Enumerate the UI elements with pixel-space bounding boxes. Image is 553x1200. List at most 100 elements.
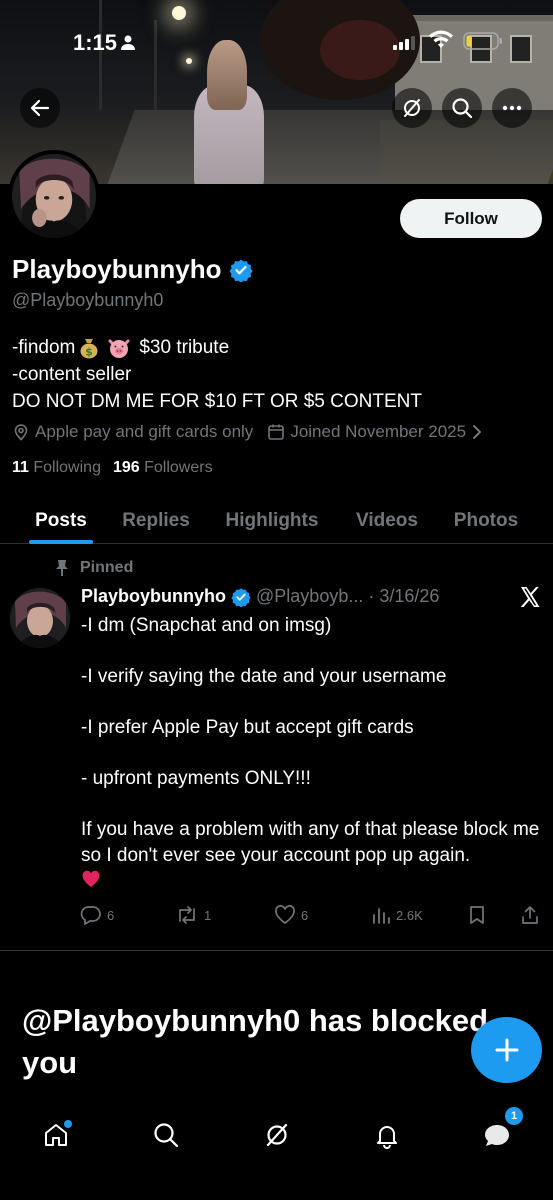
profile-bio: -findom $ $30 tribute -content seller DO… xyxy=(12,334,422,415)
svg-text:$: $ xyxy=(86,345,94,358)
bottom-navigation: 1 xyxy=(0,1095,553,1200)
following-count: 11 xyxy=(12,459,29,476)
x-logo-icon[interactable] xyxy=(518,585,542,609)
back-arrow-icon xyxy=(30,99,50,117)
wifi-icon xyxy=(429,30,453,48)
location-text: Apple pay and gift cards only xyxy=(35,422,254,441)
bio-line: -findom $ $30 tribute xyxy=(12,334,422,361)
repost-icon xyxy=(179,906,195,924)
tab-photos[interactable]: Photos xyxy=(451,497,521,544)
pig-face-icon xyxy=(108,339,130,358)
like-count: 6 xyxy=(301,907,309,923)
post-paragraph: -I dm (Snapchat and on imsg) xyxy=(81,615,332,636)
back-button[interactable] xyxy=(20,88,60,128)
profile-counts: 11 Following 196 Followers xyxy=(12,459,213,477)
view-count: 2.6K xyxy=(396,907,423,923)
post-paragraph: -I prefer Apple Pay but accept gift card… xyxy=(81,717,414,738)
tab-label: Videos xyxy=(356,509,418,531)
post-divider xyxy=(0,950,553,951)
following-label: Following xyxy=(33,459,101,476)
profile-handle: @Playboybunnyh0 xyxy=(12,290,164,310)
search-icon xyxy=(452,98,473,119)
tab-highlights[interactable]: Highlights xyxy=(222,497,322,544)
location-icon xyxy=(14,424,28,441)
post-actions: 6 1 6 2.6K xyxy=(80,905,542,927)
avatar-photo xyxy=(12,154,96,238)
views-icon xyxy=(373,908,390,924)
post-paragraph: If you have a problem with any of that p… xyxy=(81,819,540,866)
nav-search[interactable] xyxy=(144,1113,188,1157)
tab-posts[interactable]: Posts xyxy=(29,497,93,544)
post-author-avatar[interactable] xyxy=(10,588,70,648)
profile-joined[interactable]: Joined November 2025 xyxy=(267,422,483,442)
signal-icon xyxy=(393,36,415,50)
grok-icon xyxy=(266,1123,288,1147)
followers-count: 196 xyxy=(112,459,140,476)
grok-button[interactable] xyxy=(392,88,432,128)
post-text: -I dm (Snapchat and on imsg) -I verify s… xyxy=(81,613,543,897)
post-author-name[interactable]: Playboybunnyho xyxy=(81,586,226,607)
display-name: Playboybunnyho xyxy=(12,254,222,284)
red-heart-icon xyxy=(82,870,100,887)
post-date: · 3/16/26 xyxy=(368,586,440,606)
bookmark-button[interactable] xyxy=(468,905,486,925)
bio-text: $30 tribute xyxy=(139,337,230,358)
followers-label: Followers xyxy=(144,459,213,476)
share-icon xyxy=(522,906,538,924)
home-notification-dot xyxy=(64,1120,72,1128)
repost-button[interactable]: 1 xyxy=(175,905,211,925)
tab-videos[interactable]: Videos xyxy=(352,497,422,544)
bio-line: -content seller xyxy=(12,364,132,385)
tab-label: Replies xyxy=(122,509,190,531)
chevron-right-icon xyxy=(473,425,482,439)
compose-button[interactable] xyxy=(471,1017,542,1083)
bio-line: DO NOT DM ME FOR $10 FT OR $5 CONTENT xyxy=(12,391,422,412)
tab-label: Highlights xyxy=(225,509,319,531)
more-icon xyxy=(502,105,522,111)
reply-button[interactable]: 6 xyxy=(80,905,114,925)
compose-icon xyxy=(495,1038,518,1062)
profile-name-row: Playboybunnyho xyxy=(12,254,254,285)
nav-messages[interactable]: 1 xyxy=(475,1107,523,1157)
nav-home[interactable] xyxy=(34,1113,78,1157)
profile-meta: Apple pay and gift cards only Joined Nov… xyxy=(12,422,483,442)
post-paragraph: -I verify saying the date and your usern… xyxy=(81,666,447,687)
reply-count: 6 xyxy=(107,907,115,923)
profile-avatar[interactable] xyxy=(8,150,100,242)
banner-road xyxy=(105,110,553,184)
like-icon xyxy=(275,905,295,925)
money-bag-icon: $ xyxy=(80,338,98,358)
bookmark-icon xyxy=(470,906,484,924)
search-icon xyxy=(154,1123,179,1148)
search-button[interactable] xyxy=(442,88,482,128)
following-link[interactable]: 11 Following xyxy=(12,459,101,477)
bio-text: -findom xyxy=(12,337,76,358)
messages-icon xyxy=(485,1125,509,1146)
notifications-icon xyxy=(377,1126,397,1149)
grok-icon xyxy=(404,99,420,117)
reply-icon xyxy=(80,906,101,925)
profile-tabs: Posts Replies Highlights Videos Photos xyxy=(0,497,553,544)
profile-location: Apple pay and gift cards only xyxy=(12,422,253,442)
tab-label: Posts xyxy=(35,509,87,531)
views-button[interactable]: 2.6K xyxy=(371,905,423,925)
post-author-handle: @Playboyb... xyxy=(256,586,364,606)
more-button[interactable] xyxy=(492,88,532,128)
nav-grok[interactable] xyxy=(255,1113,299,1157)
verified-icon[interactable] xyxy=(229,258,254,282)
follow-button[interactable]: Follow xyxy=(400,199,542,238)
like-button[interactable]: 6 xyxy=(274,905,308,925)
active-tab-indicator xyxy=(29,540,93,544)
verified-icon xyxy=(231,587,251,607)
calendar-icon xyxy=(268,424,285,440)
pin-icon xyxy=(56,560,68,576)
battery-icon xyxy=(463,32,502,50)
followers-link[interactable]: 196 Followers xyxy=(113,459,213,477)
tab-replies[interactable]: Replies xyxy=(120,497,192,544)
tab-label: Photos xyxy=(453,509,519,531)
nav-notifications[interactable] xyxy=(365,1113,409,1157)
pinned-indicator: Pinned xyxy=(54,559,133,577)
focus-person-icon xyxy=(121,35,135,50)
share-button[interactable] xyxy=(520,905,540,925)
status-bar: 1:15 xyxy=(0,0,553,80)
